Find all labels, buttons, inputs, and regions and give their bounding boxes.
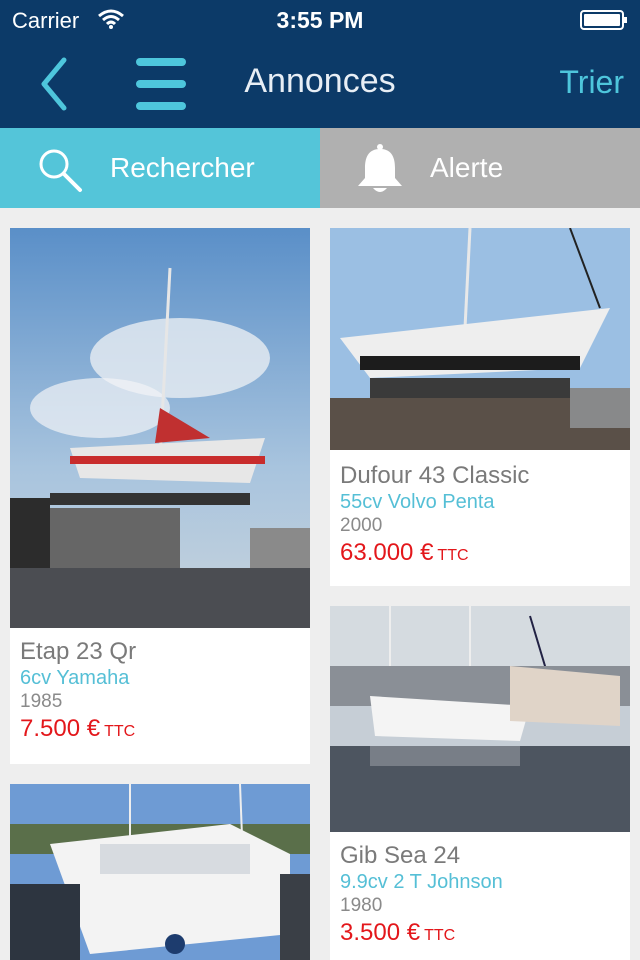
listing-card[interactable] xyxy=(10,784,310,960)
listing-year: 1985 xyxy=(20,691,63,712)
tab-bar: Rechercher Alerte xyxy=(0,128,640,208)
listing-price-value: 7.500 € xyxy=(20,715,101,742)
listing-price-suffix: TTC xyxy=(437,547,469,564)
boat-photo xyxy=(330,606,630,832)
listing-card[interactable]: Dufour 43 Classic 55cv Volvo Penta 2000 … xyxy=(330,228,630,586)
listing-price-value: 63.000 € xyxy=(340,539,434,566)
tab-search-label: Rechercher xyxy=(110,152,255,183)
listing-engine: 9.9cv 2 T Johnson xyxy=(340,871,503,893)
listing-details: Dufour 43 Classic 55cv Volvo Penta 2000 … xyxy=(340,462,624,571)
tab-alert[interactable]: Alerte xyxy=(320,128,640,208)
page-title: Annonces xyxy=(244,62,396,100)
battery-icon xyxy=(580,10,627,30)
listing-title: Dufour 43 Classic xyxy=(340,462,530,489)
listing-details: Etap 23 Qr 6cv Yamaha 1985 7.500 € TTC xyxy=(20,638,304,747)
tab-search[interactable]: Rechercher xyxy=(0,128,320,208)
search-icon xyxy=(39,149,82,192)
listing-price-suffix: TTC xyxy=(424,927,456,944)
bell-icon xyxy=(358,144,402,192)
status-bar: Carrier 3:55 PM xyxy=(0,0,640,40)
listing-title: Etap 23 Qr xyxy=(20,638,137,665)
listing-card[interactable]: Etap 23 Qr 6cv Yamaha 1985 7.500 € TTC xyxy=(10,228,310,764)
listing-price-value: 3.500 € xyxy=(340,919,421,946)
listing-price: 63.000 € TTC xyxy=(340,538,624,571)
listing-price: 7.500 € TTC xyxy=(20,714,304,747)
listing-price-suffix: TTC xyxy=(104,723,136,740)
listing-card[interactable]: Gib Sea 24 9.9cv 2 T Johnson 1980 3.500 … xyxy=(330,606,630,960)
boat-photo xyxy=(330,228,630,450)
boat-photo xyxy=(10,228,310,628)
listing-year: 2000 xyxy=(340,515,383,536)
boat-photo xyxy=(10,784,310,960)
nav-bar: Annonces Trier xyxy=(0,40,640,128)
tab-alert-label: Alerte xyxy=(430,152,504,183)
status-time: 3:55 PM xyxy=(276,7,364,33)
listing-engine: 6cv Yamaha xyxy=(20,667,130,689)
listing-title: Gib Sea 24 xyxy=(340,842,461,869)
listing-year: 1980 xyxy=(340,895,383,916)
listing-price: 3.500 € TTC xyxy=(340,918,624,951)
listing-details: Gib Sea 24 9.9cv 2 T Johnson 1980 3.500 … xyxy=(340,842,624,951)
listing-engine: 55cv Volvo Penta xyxy=(340,491,495,513)
sort-button[interactable]: Trier xyxy=(559,64,624,101)
